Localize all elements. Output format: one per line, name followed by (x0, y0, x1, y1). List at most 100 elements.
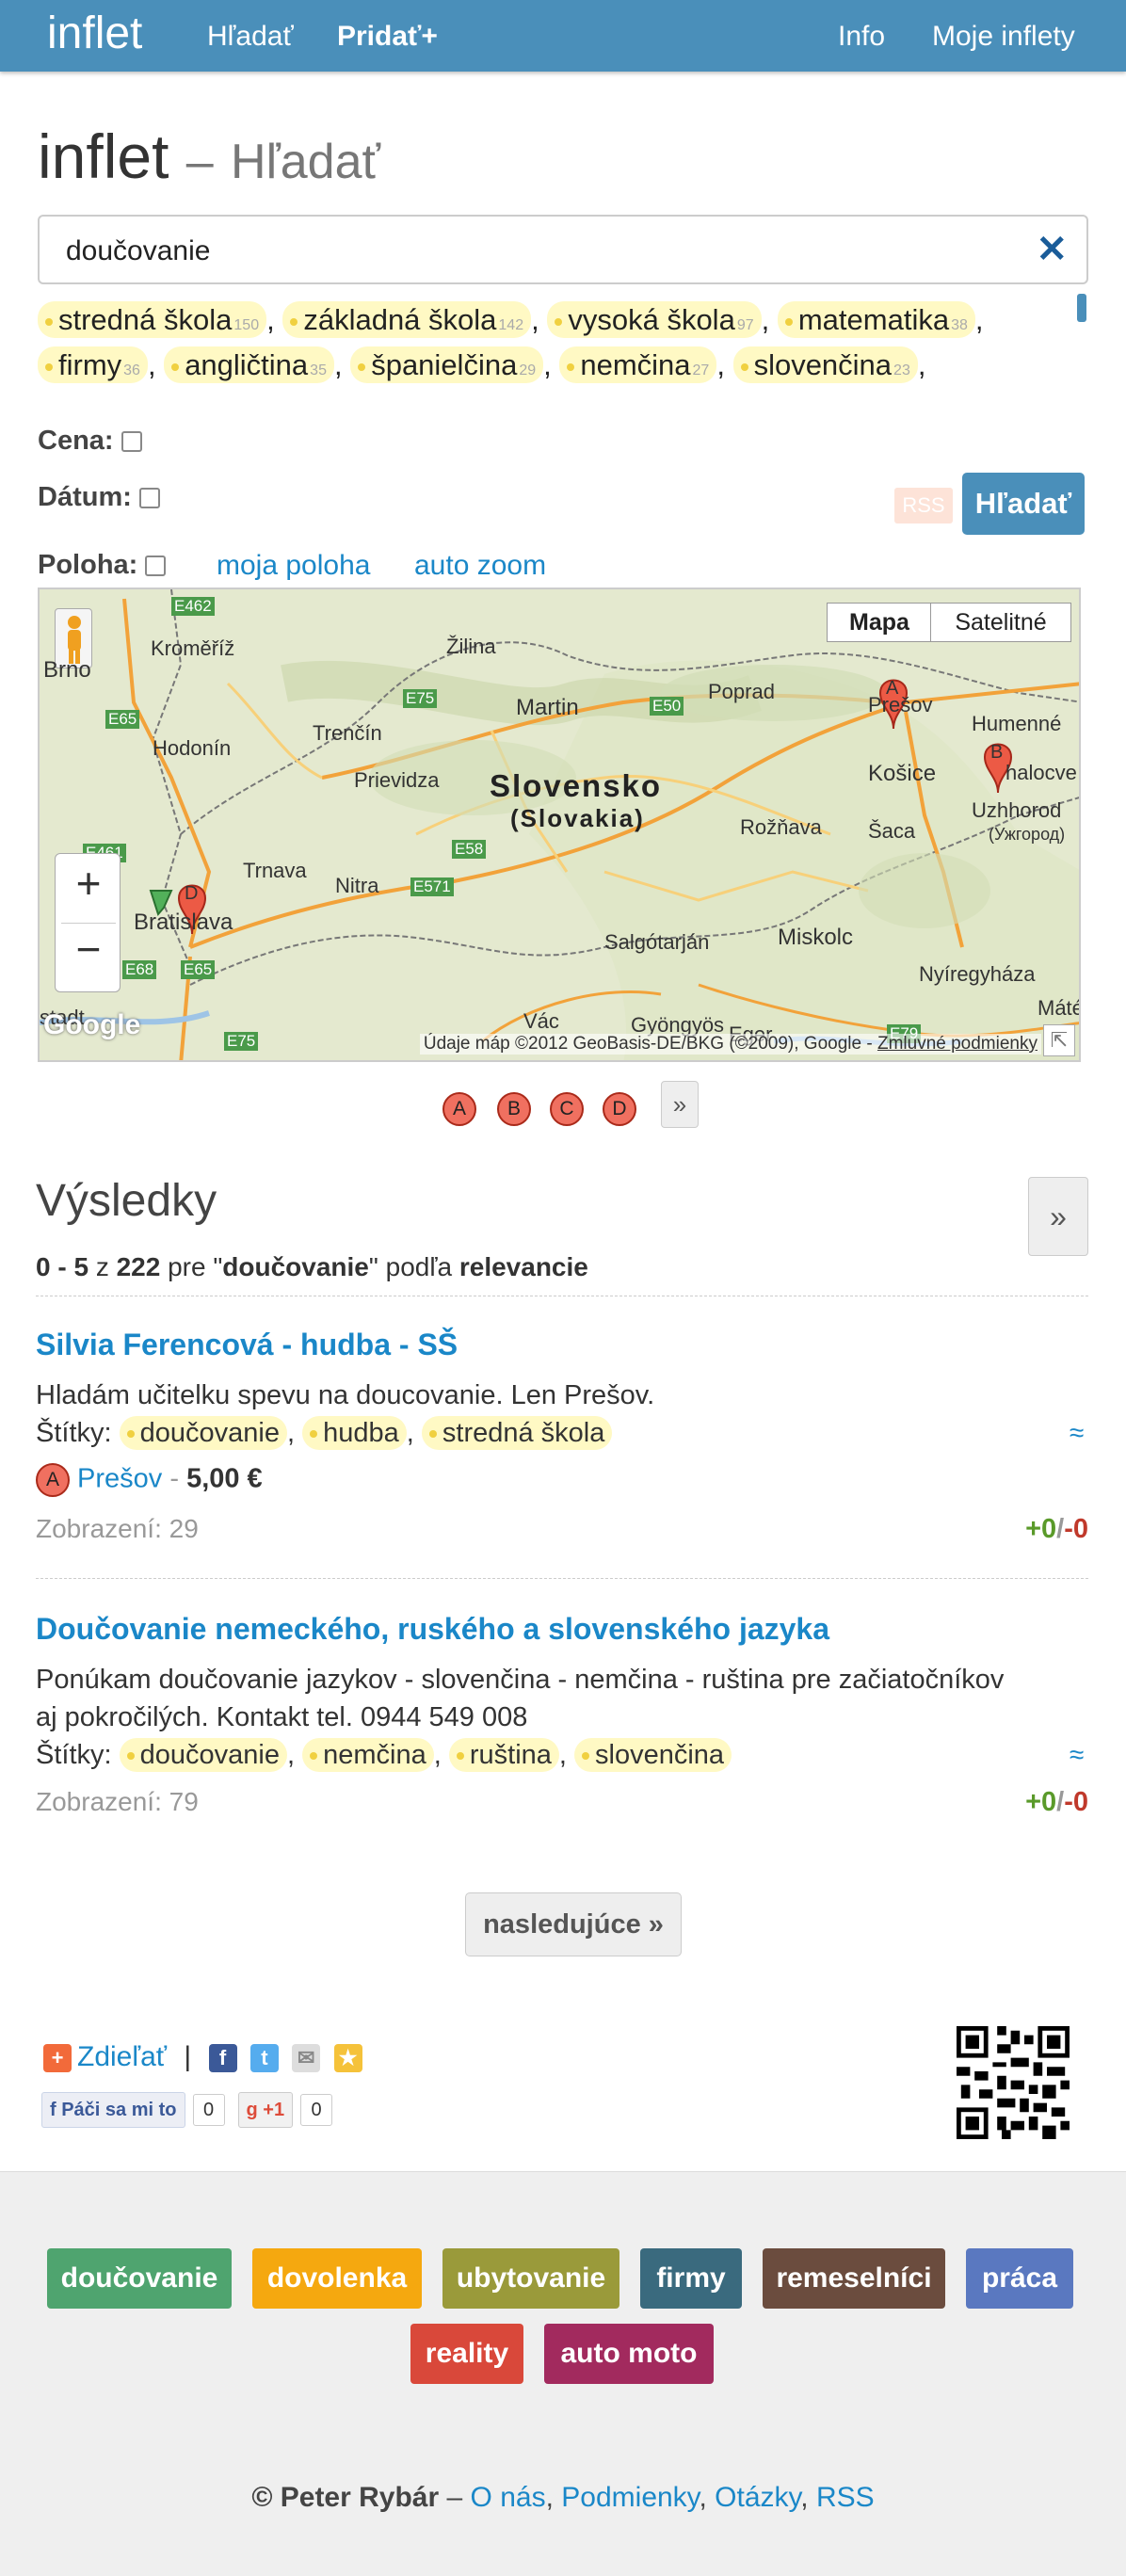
price-checkbox[interactable] (121, 431, 142, 453)
tag-chip[interactable]: základná škola 142 (282, 301, 532, 338)
tag-label: nemčina (323, 1740, 426, 1770)
result-location-link[interactable]: Prešov (77, 1464, 162, 1494)
marker-d[interactable]: D (603, 1092, 636, 1126)
map-attribution: Údaje máp ©2012 GeoBasis-DE/BKG (©2009),… (419, 1034, 1041, 1055)
auto-zoom-link[interactable]: auto zoom (414, 550, 546, 582)
expand-icon[interactable]: ⇱ (1043, 1024, 1075, 1056)
footer-link-terms[interactable]: Podmienky (561, 2482, 699, 2513)
favorite-icon[interactable]: ★ (333, 2044, 362, 2073)
map-type-satellite-button[interactable]: Satelitné (930, 603, 1071, 642)
tag-chip[interactable]: nemčina 27 (559, 346, 717, 383)
vote-up-button[interactable]: +0 (1025, 1787, 1056, 1817)
map-place-label: Vác (523, 1009, 559, 1033)
footer-link-about[interactable]: O nás (471, 2482, 546, 2513)
result-title-link[interactable]: Doučovanie nemeckého, ruského a slovensk… (36, 1612, 829, 1647)
rss-button[interactable]: RSS (894, 488, 953, 523)
tag-chip[interactable]: slovenčina 23 (732, 346, 918, 383)
tag-chip[interactable]: vysoká škola 97 (547, 301, 762, 338)
search-input-value[interactable]: doučovanie (66, 235, 210, 267)
gplus-icon: g (246, 2100, 264, 2120)
email-icon[interactable]: ✉ (292, 2044, 321, 2073)
map-place-label: Šaca (868, 819, 916, 843)
result-tags-label: Štítky: (36, 1418, 112, 1448)
next-page-button[interactable]: nasledujúce » (465, 1892, 682, 1956)
category-reality[interactable]: reality (410, 2324, 523, 2384)
map-place-label: (Ужгород) (989, 825, 1066, 844)
gplus-button[interactable]: g +1 (237, 2092, 294, 2128)
close-icon[interactable]: ✕ (1036, 228, 1068, 271)
category-dovolenka[interactable]: dovolenka (252, 2248, 422, 2309)
brand-logo[interactable]: inflet (47, 8, 142, 59)
category-doucovanie[interactable]: doučovanie (47, 2248, 232, 2309)
tag-chip[interactable]: angličtina 35 (164, 346, 334, 383)
gplus-label: +1 (263, 2100, 285, 2120)
share-link[interactable]: Zdieľať (77, 2041, 167, 2072)
tag-dot-icon (126, 1752, 135, 1761)
map-terms-link[interactable]: Zmluvné podmienky (877, 1034, 1038, 1054)
date-filter: Dátum: (38, 482, 160, 513)
vote-up-button[interactable]: +0 (1025, 1514, 1056, 1544)
results-order: relevancie (458, 1252, 588, 1281)
nav-search[interactable]: Hľadať (207, 21, 294, 53)
map-type-map-button[interactable]: Mapa (827, 603, 932, 642)
tag-chip[interactable]: stredná škola 150 (38, 301, 267, 338)
share-sep: | (184, 2041, 192, 2072)
result-tags-label: Štítky: (36, 1740, 112, 1770)
result-marker[interactable]: A (36, 1463, 70, 1497)
location-checkbox[interactable] (145, 555, 167, 577)
nav-info[interactable]: Info (838, 21, 885, 53)
twitter-icon[interactable]: t (249, 2044, 279, 2073)
tag-chip[interactable]: matematika 38 (777, 301, 975, 338)
search-input[interactable]: doučovanie ✕ (38, 215, 1088, 284)
social-buttons: f Páči sa mi to 0 g +1 0 (41, 2092, 346, 2128)
tag-chip[interactable]: španielčina 29 (350, 346, 544, 383)
tag-chip[interactable]: slovenčina (574, 1738, 732, 1772)
my-location-link[interactable]: moja poloha (217, 550, 370, 582)
similar-icon[interactable]: ≈ (1070, 1740, 1084, 1770)
map[interactable]: A B D Mapa Satelitné Kroměříž Brno Žilin… (38, 588, 1081, 1062)
price-filter-label: Cena: (38, 426, 114, 456)
results-total: 222 (116, 1252, 161, 1281)
tags-scrollbar[interactable] (1077, 294, 1086, 322)
category-praca[interactable]: práca (966, 2248, 1073, 2309)
tag-chip[interactable]: hudba (302, 1416, 407, 1450)
similar-icon[interactable]: ≈ (1070, 1418, 1084, 1448)
facebook-like-count: 0 (192, 2094, 225, 2126)
facebook-icon[interactable]: f (208, 2044, 237, 2073)
map-place-label: Hodonín (153, 736, 232, 760)
zoom-in-button[interactable]: + (56, 858, 121, 909)
facebook-like-button[interactable]: f Páči sa mi to (41, 2092, 185, 2128)
category-ubytovanie[interactable]: ubytovanie (442, 2248, 619, 2309)
marker-b[interactable]: B (497, 1092, 531, 1126)
category-firmy[interactable]: firmy (640, 2248, 742, 2309)
nav-add[interactable]: Pridať+ (337, 21, 438, 53)
vote-down-button[interactable]: -0 (1064, 1514, 1088, 1544)
marker-c[interactable]: C (550, 1092, 584, 1126)
nav-my-inflets[interactable]: Moje inflety (932, 21, 1075, 53)
marker-a[interactable]: A (442, 1092, 476, 1126)
footer-link-rss[interactable]: RSS (816, 2482, 875, 2513)
date-checkbox[interactable] (138, 488, 160, 509)
result-tags: Štítky: doučovanie, nemčina, ruština, sl… (36, 1738, 732, 1772)
tag-chip[interactable]: doučovanie (119, 1738, 287, 1772)
category-remeselnici[interactable]: remeselníci (763, 2248, 945, 2309)
tag-chip[interactable]: stredná škola (421, 1416, 613, 1450)
results-next-button[interactable]: » (1028, 1177, 1088, 1256)
vote-down-button[interactable]: -0 (1064, 1787, 1088, 1817)
footer-link-faq[interactable]: Otázky (715, 2482, 800, 2513)
zoom-out-button[interactable]: − (56, 924, 121, 974)
search-button[interactable]: Hľadať (962, 473, 1085, 535)
tag-chip[interactable]: ruština (448, 1738, 559, 1772)
top-navbar: inflet Hľadať Pridať+ Info Moje inflety (0, 0, 1126, 72)
category-auto-moto[interactable]: auto moto (544, 2324, 714, 2384)
tag-chip[interactable]: firmy 36 (38, 346, 148, 383)
tag-chip[interactable]: doučovanie (119, 1416, 287, 1450)
share-plus-icon[interactable]: + (43, 2044, 72, 2073)
tag-dot-icon (358, 362, 366, 371)
tag-chip[interactable]: nemčina (302, 1738, 434, 1772)
result-title-link[interactable]: Silvia Ferencová - hudba - SŠ (36, 1328, 458, 1362)
markers-next-button[interactable]: » (661, 1081, 699, 1128)
tag-label: vysoká škola (568, 303, 735, 336)
suggested-tags-row-1: stredná škola 150, základná škola 142, vys… (38, 301, 984, 338)
map-road-label: E65 (105, 710, 140, 729)
